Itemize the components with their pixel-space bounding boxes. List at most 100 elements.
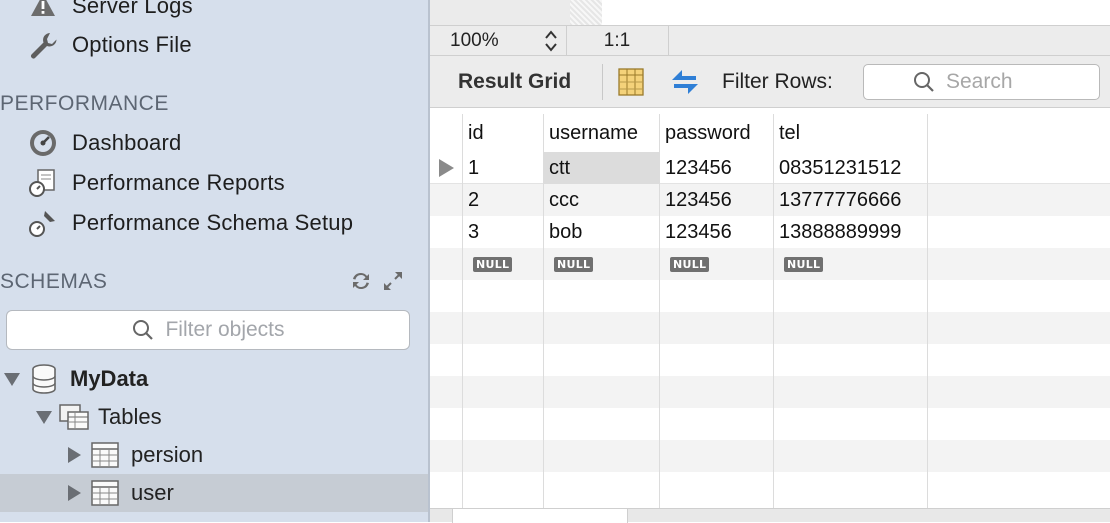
row-gutter[interactable]	[430, 248, 463, 280]
zoom-value: 100%	[450, 29, 499, 51]
cell-username[interactable]: NULL	[544, 248, 660, 280]
schemas-section-header: SCHEMAS	[0, 270, 108, 293]
cell-password[interactable]: 123456	[660, 152, 774, 184]
cell-username[interactable]: ccc	[544, 184, 660, 216]
empty-cell	[544, 376, 660, 408]
cell-id[interactable]: NULL	[463, 248, 544, 280]
cell-username[interactable]: ctt	[544, 152, 660, 184]
empty-cell	[660, 408, 774, 440]
sidebar-item-dashboard[interactable]: Dashboard	[26, 125, 181, 161]
cell-username[interactable]: bob	[544, 216, 660, 248]
empty-cell	[660, 472, 774, 508]
sidebar-item-performance-reports[interactable]: Performance Reports	[26, 165, 285, 201]
empty-cell	[660, 376, 774, 408]
empty-row	[430, 280, 1110, 312]
result-toolbar: Result Grid Filter Rows: Search	[430, 56, 1110, 108]
sidebar-item-performance-schema-setup[interactable]: Performance Schema Setup	[26, 205, 353, 241]
empty-cell	[544, 280, 660, 312]
column-header-label: tel	[779, 121, 801, 144]
cell-id[interactable]: 1	[463, 152, 544, 184]
performance-section-header: PERFORMANCE	[0, 92, 169, 115]
table-name: persion	[131, 442, 204, 467]
cell-password[interactable]: 123456	[660, 216, 774, 248]
search-icon	[914, 72, 934, 92]
sidebar-item-label: Server Logs	[72, 0, 193, 18]
empty-row	[430, 408, 1110, 440]
tables-folder[interactable]: Tables	[36, 400, 162, 434]
cell-id[interactable]: 2	[463, 184, 544, 216]
sidebar-item-label: Performance Reports	[72, 170, 285, 195]
null-badge: NULL	[554, 256, 594, 272]
table-row[interactable]: 1 ctt 123456 08351231512	[430, 152, 1110, 184]
empty-cell	[544, 312, 660, 344]
tables-label: Tables	[98, 404, 162, 429]
cell-password[interactable]: 123456	[660, 184, 774, 216]
warning-icon	[26, 0, 60, 23]
row-gutter	[430, 312, 463, 344]
cell-tel[interactable]: NULL	[774, 248, 928, 280]
null-badge: NULL	[670, 256, 710, 272]
result-tab[interactable]	[452, 509, 628, 523]
filter-rows-search-input[interactable]: Search	[863, 64, 1100, 100]
zoom-select[interactable]: 100%	[430, 26, 567, 55]
ratio-button[interactable]: 1:1	[566, 26, 669, 55]
editor-bottom-strip	[430, 0, 1110, 25]
editor-gutter-pattern	[570, 0, 602, 25]
empty-cell	[463, 472, 544, 508]
result-grid-label[interactable]: Result Grid	[458, 70, 571, 94]
row-gutter[interactable]	[430, 152, 463, 184]
filter-objects-input[interactable]: Filter objects	[6, 310, 410, 350]
table-item-persion[interactable]: persion	[68, 438, 203, 472]
cell-id[interactable]: 3	[463, 216, 544, 248]
sidebar-item-server-logs[interactable]: Server Logs	[26, 0, 193, 24]
cell-tel[interactable]: 13888889999	[774, 216, 928, 248]
schema-setup-icon	[26, 206, 60, 240]
refresh-schemas-icon[interactable]	[349, 269, 373, 298]
sidebar-item-options-file[interactable]: Options File	[26, 27, 192, 63]
performance-reports-icon	[26, 166, 60, 200]
null-badge: NULL	[473, 256, 513, 272]
new-row[interactable]: NULL NULL NULL NULL	[430, 248, 1110, 280]
row-gutter	[430, 376, 463, 408]
grid-header-row: id username password tel	[430, 114, 1110, 152]
empty-cell	[544, 344, 660, 376]
disclosure-expanded-icon[interactable]	[36, 410, 52, 424]
search-placeholder: Search	[946, 70, 1013, 93]
cell-tel[interactable]: 08351231512	[774, 152, 928, 184]
column-header-username[interactable]: username	[544, 114, 660, 152]
row-gutter[interactable]	[430, 216, 463, 248]
empty-cell	[660, 280, 774, 312]
expand-icon[interactable]	[382, 270, 404, 297]
sidebar-item-label: Options File	[72, 32, 192, 57]
empty-cell	[463, 344, 544, 376]
empty-cell	[774, 312, 928, 344]
disclosure-expanded-icon[interactable]	[4, 372, 20, 386]
column-header-label: password	[665, 121, 751, 144]
main-panel: 100% 1:1 Result Grid Filter Rows: Search…	[430, 0, 1110, 523]
table-row[interactable]: 3 bob 123456 13888889999	[430, 216, 1110, 248]
row-gutter[interactable]	[430, 184, 463, 216]
empty-row	[430, 344, 1110, 376]
schema-mydata[interactable]: MyData	[4, 362, 148, 396]
row-gutter-header	[430, 114, 463, 152]
refresh-icon[interactable]	[668, 66, 702, 103]
empty-cell	[463, 408, 544, 440]
table-row[interactable]: 2 ccc 123456 13777776666	[430, 184, 1110, 216]
empty-cell	[774, 280, 928, 312]
disclosure-collapsed-icon[interactable]	[68, 447, 81, 463]
result-grid: id username password tel 1 ctt 123456 08…	[430, 108, 1110, 508]
column-header-tel[interactable]: tel	[774, 114, 928, 152]
column-header-password[interactable]: password	[660, 114, 774, 152]
empty-cell	[774, 440, 928, 472]
column-header-id[interactable]: id	[463, 114, 544, 152]
disclosure-collapsed-icon[interactable]	[68, 485, 81, 501]
empty-row	[430, 440, 1110, 472]
zoom-bar: 100% 1:1	[430, 25, 1110, 56]
empty-cell	[544, 440, 660, 472]
cell-password[interactable]: NULL	[660, 248, 774, 280]
column-toggle-icon[interactable]	[618, 68, 644, 101]
cell-tel[interactable]: 13777776666	[774, 184, 928, 216]
schema-name: MyData	[70, 366, 149, 391]
table-item-user[interactable]: user	[68, 476, 174, 510]
stepper-arrows-icon	[543, 29, 559, 59]
